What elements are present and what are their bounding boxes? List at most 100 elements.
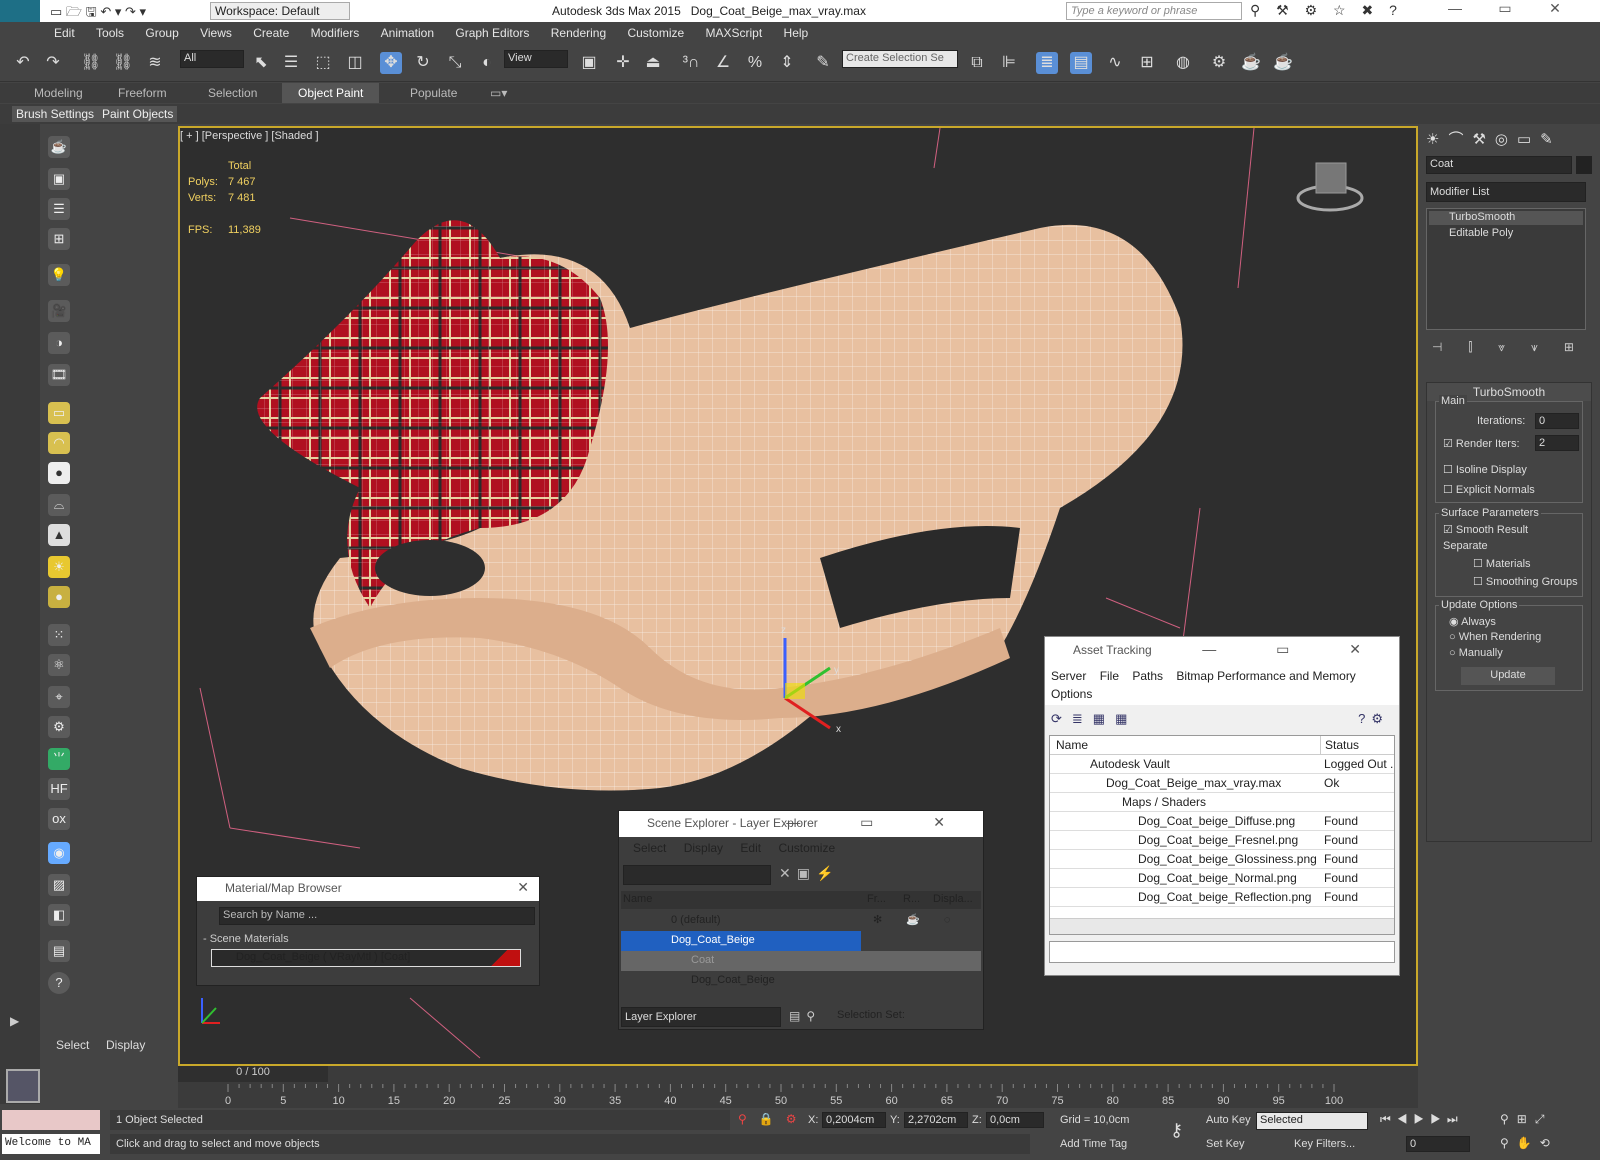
bind-space-warp-icon[interactable]: ≋ [144,52,166,74]
menu-modifiers[interactable]: Modifiers [302,22,369,40]
se-menu-customize[interactable]: Customize [778,841,835,855]
explorer-mode-dropdown[interactable]: Layer Explorer [621,1007,781,1027]
asset-tracking-toolbar[interactable]: ⟳≣▦▦ ?⚙ [1045,705,1399,735]
asset-row[interactable]: Dog_Coat_beige_Reflection.png Found [1050,888,1394,907]
smoothing-groups-checkbox[interactable]: ☐ Smoothing Groups [1473,575,1578,588]
viewport-label[interactable]: [ + ] [Perspective ] [Shaded ] [180,130,319,142]
select-manipulate-icon[interactable]: ✛ [612,52,634,74]
layer-row[interactable]: 0 (default) ✻☕◌ [621,911,981,931]
asset-row[interactable]: Dog_Coat_beige_Normal.png Found [1050,869,1394,888]
viewport-nav-icons-2[interactable]: ⚲✋⟲ [1500,1136,1558,1150]
grid-icon[interactable]: ⊞ [48,228,70,250]
scene-explorer-tools-icons[interactable]: ✕▣⚡ [779,865,839,882]
stack-tools-icons[interactable]: ⊣⫿⩔⩛⊞ [1432,340,1600,355]
tab-modeling[interactable]: Modeling [34,86,83,100]
paint-objects-tab[interactable]: Paint Objects [98,106,178,122]
menu-maxscript[interactable]: MAXScript [697,22,772,40]
se-menu-display[interactable]: Display [684,841,723,855]
horizontal-scrollbar[interactable] [1050,918,1394,934]
dome-icon[interactable]: ◠ [48,432,70,454]
display-mode-tab[interactable]: Display [106,1038,145,1052]
spinner-snap-icon[interactable]: ⇕ [776,52,798,74]
link-icon[interactable]: ⛓ [80,52,102,74]
col-render[interactable]: R... [903,893,920,905]
film-icon[interactable]: 🎞 [48,364,70,386]
explorer-footer-icons[interactable]: ▤⚲ [789,1009,821,1023]
maximize-button[interactable]: ▭ [1490,0,1520,17]
at-menu-bitmap[interactable]: Bitmap Performance and Memory [1176,669,1355,683]
asset-row[interactable]: Dog_Coat_Beige_max_vray.max Ok [1050,774,1394,793]
smooth-result-checkbox[interactable]: ☑ Smooth Result [1443,523,1528,536]
asset-path-field[interactable] [1049,941,1395,963]
camera-icon[interactable]: 🎥 [48,300,70,322]
stack-item-editable-poly[interactable]: Editable Poly [1429,227,1583,241]
current-frame-field[interactable]: 0 [1406,1136,1470,1152]
object-color-swatch[interactable] [1576,156,1592,174]
move-icon[interactable]: ✥ [380,52,402,74]
sun-icon[interactable]: ☀ [48,556,70,578]
asset-row[interactable]: Autodesk Vault Logged Out . [1050,755,1394,774]
select-mode-tab[interactable]: Select [56,1038,89,1052]
scene-explorer-search[interactable] [623,865,771,885]
redo-icon[interactable]: ↷ [42,52,64,74]
menu-rendering[interactable]: Rendering [542,22,615,40]
pivot-icon[interactable]: ▣ [578,52,600,74]
manually-radio[interactable]: ○ Manually [1449,647,1503,659]
ribbon-options-icon[interactable]: ▭▾ [490,86,507,100]
at-menu-paths[interactable]: Paths [1132,669,1163,683]
maxscript-mini-listener[interactable]: Welcome to MA [2,1134,100,1154]
named-selection-set-dropdown[interactable]: Create Selection Se [842,50,958,68]
keyboard-shortcut-icon[interactable]: ⏏ [642,52,664,74]
materials-checkbox[interactable]: ☐ Materials [1473,557,1531,570]
globe-icon[interactable]: ◉ [48,842,70,864]
basket-icon[interactable]: ⌓ [48,494,70,516]
ribbon-toggle-icon[interactable]: ▤ [1070,52,1092,74]
update-button[interactable]: Update [1461,667,1555,685]
edit-named-selection-icon[interactable]: ✎ [812,52,834,74]
status-tool-icons[interactable]: ⚲🔒⚙ [738,1112,809,1126]
rotate-icon[interactable]: ↻ [412,52,434,74]
material-editor-icon[interactable]: ◍ [1172,52,1194,74]
iterations-spinner[interactable]: 0 [1535,413,1579,429]
command-panel-tabs[interactable]: ☀⌒⚒◎▭✎ [1426,128,1598,150]
auto-key-button[interactable]: Auto Key [1206,1114,1251,1126]
viewcube[interactable] [1315,162,1347,194]
mirror-icon[interactable]: ⧉ [966,52,988,74]
reference-coord-dropdown[interactable]: View [504,50,568,68]
half-sphere-icon[interactable]: ◑ [48,332,70,354]
col-asset-name[interactable]: Name [1056,736,1088,755]
box-icon[interactable]: ▭ [48,402,70,424]
menu-edit[interactable]: Edit [45,22,84,40]
sphere-icon[interactable]: ● [48,462,70,484]
menu-group[interactable]: Group [136,22,187,40]
explicit-normals-checkbox[interactable]: ☐ Explicit Normals [1443,483,1535,496]
playback-controls[interactable]: ⏮◀▶▶⏭ [1380,1112,1464,1127]
light-bulb-icon[interactable]: 💡 [48,264,70,286]
at-menu-server[interactable]: Server [1051,669,1086,683]
hair-fur-icon[interactable]: HF [48,778,70,800]
list-icon[interactable]: ☰ [48,198,70,220]
place-icon[interactable]: ◐ [476,52,498,74]
col-asset-status[interactable]: Status [1320,736,1359,755]
col-name[interactable]: Name [623,893,652,905]
render-blue-icon[interactable]: ◧ [48,904,70,926]
layer-flags[interactable]: ✻☕◌ [873,913,974,926]
x-coordinate-field[interactable]: 0,2004cm [822,1112,886,1128]
window-crossing-icon[interactable]: ◫ [344,52,366,74]
viewport-nav-icons[interactable]: ⚲⊞⤢ [1500,1112,1552,1127]
asset-help-icons[interactable]: ?⚙ [1358,711,1389,727]
material-browser-close-icon[interactable]: ✕ [517,879,529,896]
scene-materials-section[interactable]: - Scene Materials [203,933,289,945]
cone-icon[interactable]: ▲ [48,524,70,546]
col-frozen[interactable]: Fr... [867,893,886,905]
set-key-button[interactable]: Set Key [1206,1138,1245,1150]
menu-views[interactable]: Views [191,22,241,40]
expand-arrow-icon[interactable]: ▶ [10,1014,19,1028]
timeline-track[interactable]: 0 5 10 15 20 25 30 35 40 45 50 55 60 65 70 75 80 85 90 95 10… [178,1084,1418,1108]
help-icon[interactable]: ? [48,972,70,994]
se-menu-select[interactable]: Select [633,841,666,855]
tab-populate[interactable]: Populate [410,86,457,100]
angle-snap-icon[interactable]: ∠ [712,52,734,74]
disc-icon[interactable]: ● [48,586,70,608]
rectangle-selection-icon[interactable]: ⬚ [312,52,334,74]
